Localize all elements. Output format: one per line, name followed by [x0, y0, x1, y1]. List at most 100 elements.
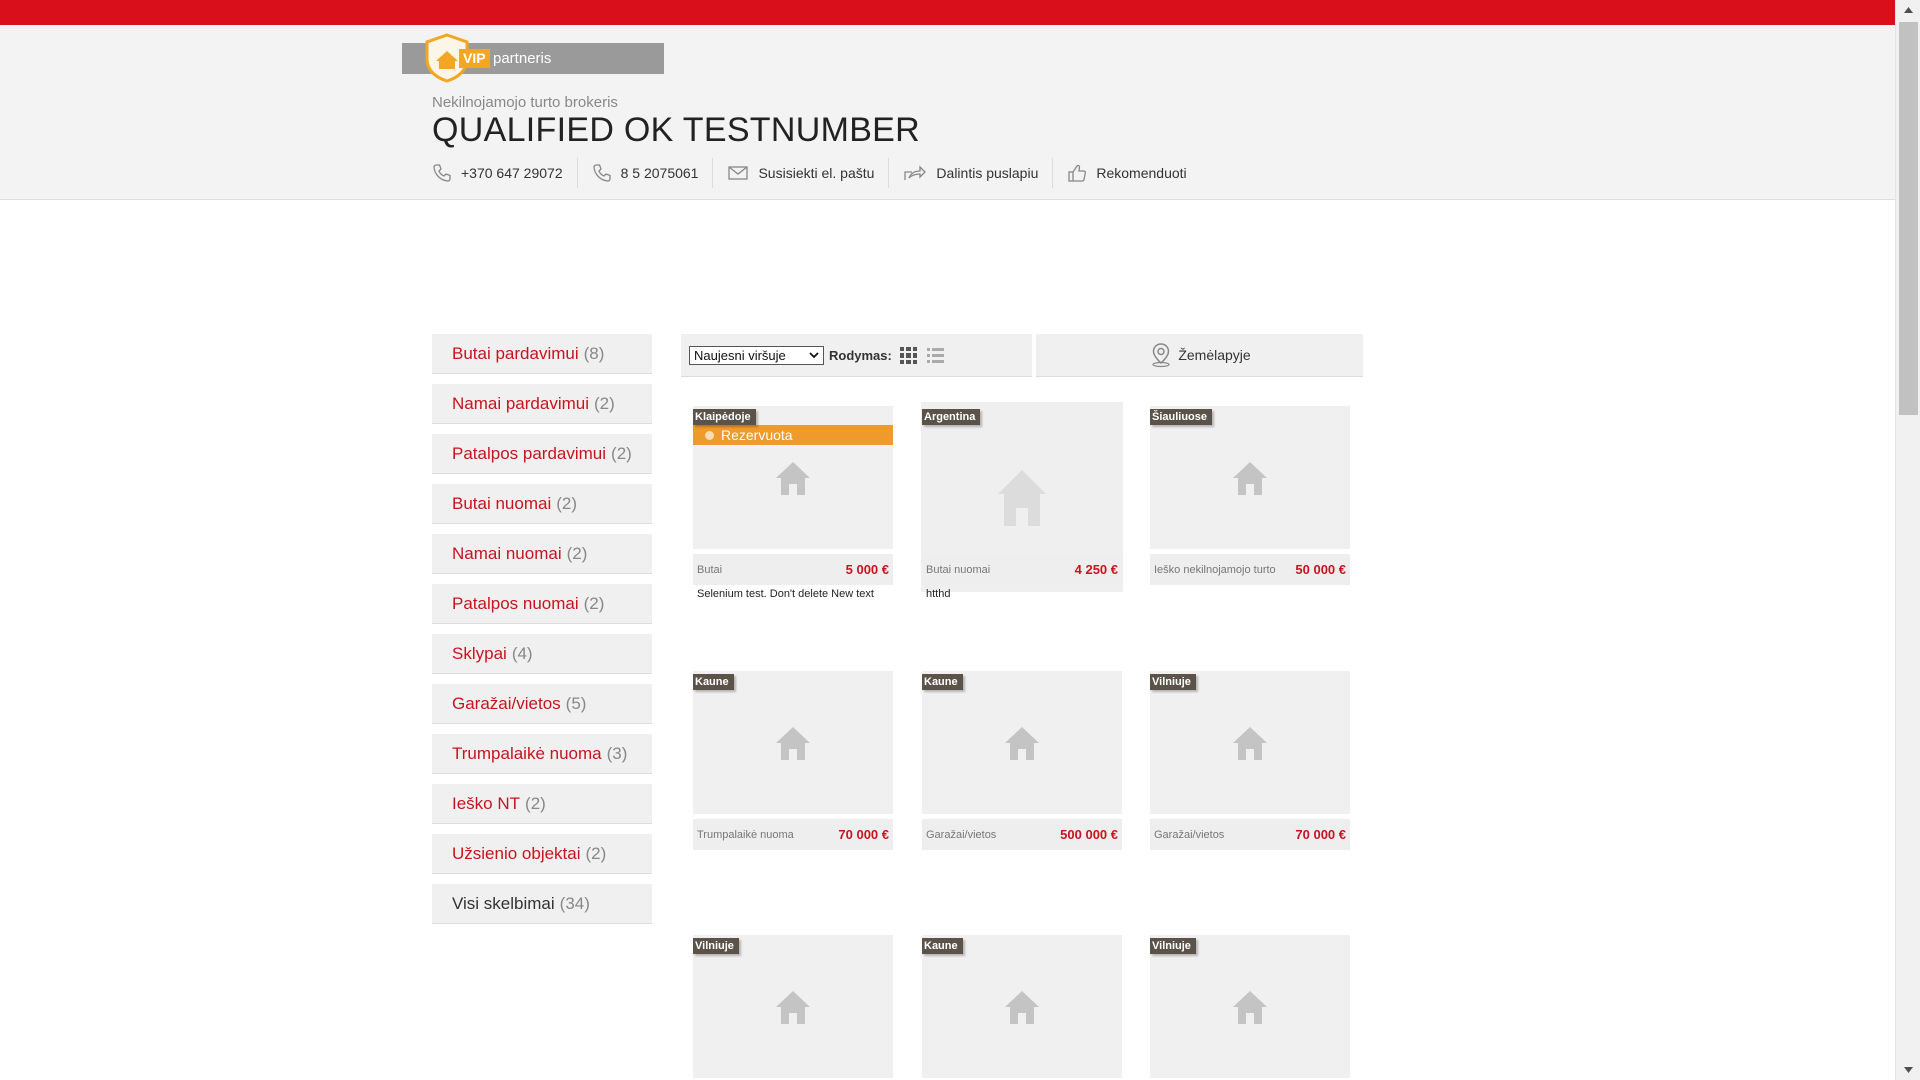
- caret-up-icon: [1904, 7, 1913, 13]
- category-label: Visi skelbimai: [452, 893, 555, 913]
- scroll-down-button[interactable]: [1896, 1060, 1920, 1080]
- house-icon: [998, 470, 1046, 526]
- broker-header: VIP partneris Nekilnojamojo turto broker…: [0, 25, 1895, 200]
- location-tag: Vilniuje: [1150, 674, 1196, 690]
- category-label: Ieško NT: [452, 793, 521, 813]
- listing-info-bar: Garažai/vietos 70 000 €: [1150, 819, 1350, 850]
- contact-bar: +370 647 29072 8 5 2075061 Susisiekti el…: [432, 156, 1201, 190]
- recommend-link[interactable]: Rekomenduoti: [1053, 158, 1200, 188]
- listing-card[interactable]: Vilniuje Garažai/vietos 70 000 €: [1150, 671, 1350, 851]
- listing-card[interactable]: Kaune Garažai/vietos 500 000 €: [922, 671, 1122, 851]
- category-butai-nuomai[interactable]: Butai nuomai (2): [432, 484, 652, 524]
- category-namai-pardavimui[interactable]: Namai pardavimui (2): [432, 384, 652, 424]
- location-tag: Vilniuje: [1150, 938, 1196, 954]
- house-icon: [1233, 461, 1267, 495]
- listing-image-placeholder: [922, 935, 1122, 1078]
- listing-info-bar: Butai nuomai 4 250 €: [922, 554, 1122, 585]
- share-page-link[interactable]: Dalintis puslapiu: [889, 158, 1054, 188]
- house-icon: [1005, 990, 1039, 1024]
- category-visi-skelbimai[interactable]: Visi skelbimai (34): [432, 884, 652, 924]
- category-count: (2): [556, 493, 578, 513]
- category-uzsienio-objektai[interactable]: Užsienio objektai (2): [432, 834, 652, 874]
- category-label: Garažai/vietos: [452, 693, 561, 713]
- category-iesko-nt[interactable]: Ieško NT (2): [432, 784, 652, 824]
- category-label: Namai pardavimui: [452, 393, 589, 413]
- map-pin-icon: [1152, 343, 1170, 368]
- listing-image-placeholder: [922, 671, 1122, 814]
- category-label: Užsienio objektai: [452, 843, 581, 863]
- location-tag: Kaune: [922, 938, 963, 954]
- category-count: (2): [611, 443, 632, 463]
- listing-card[interactable]: Kaune Trumpalaikė nuoma 70 000 €: [693, 671, 893, 851]
- location-tag: Klaipėdoje: [693, 409, 756, 425]
- listing-description: htthd: [926, 588, 951, 600]
- category-label: Butai nuomai: [452, 493, 552, 513]
- listing-card[interactable]: Šiauliuose Ieško nekilnojamojo turto 50 …: [1150, 406, 1350, 586]
- contact-label: +370 647 29072: [461, 165, 563, 181]
- listing-info-bar: Ieško nekilnojamojo turto 50 000 €: [1150, 554, 1350, 585]
- category-trumpalaike-nuoma[interactable]: Trumpalaikė nuoma (3): [432, 734, 652, 774]
- house-icon: [1233, 990, 1267, 1024]
- listing-card[interactable]: Kaune: [922, 935, 1122, 1078]
- reserved-dot-icon: [705, 430, 714, 440]
- reserved-badge: Rezervuota: [693, 425, 893, 445]
- view-mode-label: Rodymas:: [829, 347, 892, 363]
- contact-label: Rekomenduoti: [1096, 165, 1187, 181]
- map-view-label: Žemėlapyje: [1178, 347, 1251, 363]
- listing-image-placeholder: [1150, 406, 1350, 549]
- share-icon: [904, 165, 927, 180]
- listing-card[interactable]: Vilniuje: [693, 935, 893, 1078]
- listing-info-bar: Butai 5 000 €: [693, 554, 893, 585]
- listing-image-placeholder: [693, 671, 893, 814]
- house-icon: [776, 726, 810, 760]
- listing-card[interactable]: Klaipėdoje Rezervuota Butai 5 000 € Sele…: [693, 406, 893, 616]
- phone-link-mobile[interactable]: +370 647 29072: [432, 158, 578, 188]
- location-tag: Kaune: [693, 674, 734, 690]
- category-label: Patalpos pardavimui: [452, 443, 607, 463]
- category-count: (3): [606, 743, 628, 763]
- category-patalpos-nuomai[interactable]: Patalpos nuomai (2): [432, 584, 652, 624]
- category-count: (34): [559, 893, 590, 913]
- listing-card[interactable]: Vilniuje: [1150, 935, 1350, 1078]
- scroll-up-button[interactable]: [1896, 0, 1920, 20]
- category-garazai-vietos[interactable]: Garažai/vietos (5): [432, 684, 652, 724]
- listing-info-bar: Trumpalaikė nuoma 70 000 €: [693, 819, 893, 850]
- listing-card[interactable]: Argentina Butai nuomai 4 250 € htthd: [921, 402, 1123, 616]
- category-butai-pardavimui[interactable]: Butai pardavimui (8): [432, 334, 652, 374]
- email-contact-link[interactable]: Susisiekti el. paštu: [713, 158, 890, 188]
- category-label: Trumpalaikė nuoma: [452, 743, 602, 763]
- phone-icon: [592, 164, 611, 182]
- category-sklypai[interactable]: Sklypai (4): [432, 634, 652, 674]
- vertical-scrollbar[interactable]: [1895, 0, 1920, 1080]
- listing-type: Ieško nekilnojamojo turto: [1154, 563, 1276, 576]
- category-count: (2): [585, 843, 607, 863]
- map-view-button[interactable]: Žemėlapyje: [1036, 334, 1363, 377]
- thumbs-up-icon: [1068, 164, 1087, 182]
- location-tag: Vilniuje: [693, 938, 739, 954]
- location-tag: Argentina: [922, 409, 981, 425]
- listing-price: 70 000 €: [838, 827, 889, 842]
- chevron-down-icon: [809, 351, 819, 358]
- broker-name: QUALIFIED OK TESTNUMBER: [432, 111, 921, 149]
- grid-view-button[interactable]: [899, 345, 919, 365]
- listing-type: Butai nuomai: [926, 563, 991, 576]
- phone-link-landline[interactable]: 8 5 2075061: [578, 158, 714, 188]
- list-view-button[interactable]: [926, 345, 946, 365]
- category-label: Namai nuomai: [452, 543, 562, 563]
- house-icon: [1005, 726, 1039, 760]
- listing-info-bar: Garažai/vietos 500 000 €: [922, 819, 1122, 850]
- category-count: (2): [583, 593, 605, 613]
- category-count: (4): [511, 643, 533, 663]
- listing-price: 5 000 €: [845, 562, 889, 577]
- sort-select[interactable]: Naujesni viršuje: [689, 345, 824, 365]
- contact-label: Susisiekti el. paštu: [758, 165, 875, 181]
- vip-badge: VIP: [459, 49, 490, 68]
- listing-price: 70 000 €: [1295, 827, 1346, 842]
- caret-down-icon: [1904, 1067, 1913, 1073]
- category-patalpos-pardavimui[interactable]: Patalpos pardavimui (2): [432, 434, 652, 474]
- broker-subtitle: Nekilnojamojo turto brokeris: [432, 94, 618, 111]
- category-namai-nuomai[interactable]: Namai nuomai (2): [432, 534, 652, 574]
- category-count: (5): [565, 693, 587, 713]
- category-sidebar: Butai pardavimui (8) Namai pardavimui (2) …: [432, 334, 652, 934]
- scrollbar-thumb[interactable]: [1899, 22, 1918, 415]
